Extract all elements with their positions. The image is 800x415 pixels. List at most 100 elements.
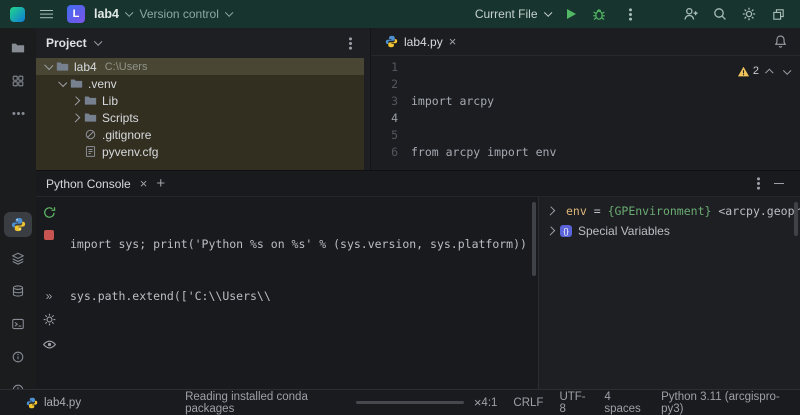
console-tab-label[interactable]: Python Console (46, 177, 131, 191)
tree-item-label: Lib (102, 93, 119, 108)
project-tool-window: Project lab4 C:\Users .venv Lib Scripts … (36, 28, 370, 170)
vcs-widget[interactable]: Version control (139, 7, 233, 21)
folder-icon (11, 43, 25, 52)
project-name: lab4 (94, 7, 120, 21)
vcs-label: Version control (139, 7, 219, 21)
tree-item-label: .gitignore (102, 127, 152, 142)
scroll-to-end-icon[interactable]: » (46, 290, 53, 302)
rerun-icon[interactable] (42, 205, 57, 220)
debug-button[interactable] (587, 3, 611, 25)
background-task-widget[interactable]: Reading installed conda packages × (185, 391, 481, 415)
tree-item-scripts[interactable]: Scripts (36, 109, 364, 126)
warnings-indicator[interactable]: 2 (737, 63, 759, 80)
main-menu-button[interactable] (34, 3, 58, 25)
sidebar-item-commit[interactable] (4, 68, 32, 93)
progress-label: Reading installed conda packages (185, 390, 308, 415)
cancel-task-icon[interactable]: × (474, 396, 482, 409)
tab-label: lab4.py (404, 34, 443, 49)
bug-icon (593, 9, 605, 20)
restore-window-button[interactable] (766, 3, 790, 25)
info-circle-icon (12, 351, 24, 362)
console-line: sys.path.extend(['C:\\Users\\ (70, 289, 271, 304)
console-tab-bar: Python Console × + (36, 171, 800, 197)
variable-row-env[interactable]: env = {GPEnvironment} <arcpy.geoprocess (539, 201, 800, 221)
tree-item-gitignore[interactable]: .gitignore (36, 126, 364, 143)
sidebar-item-python-console[interactable] (4, 212, 32, 237)
folder-icon (84, 96, 97, 105)
project-options-button[interactable] (340, 41, 360, 45)
chevron-right-icon[interactable] (546, 226, 555, 236)
chevron-right-icon[interactable] (546, 206, 555, 216)
variable-text: env = {GPEnvironment} <arcpy.geoprocess (566, 204, 800, 218)
tree-item-lab4[interactable]: lab4 C:\Users (36, 58, 364, 75)
hide-panel-button[interactable] (774, 182, 784, 185)
console-settings-icon[interactable] (42, 312, 57, 327)
project-widget[interactable]: lab4 (94, 7, 134, 21)
line-number: 1 (391, 60, 398, 74)
run-config-selector[interactable]: Current File (475, 7, 552, 21)
tree-item-pyvenv-cfg[interactable]: pyvenv.cfg (36, 143, 364, 160)
prev-problem-icon[interactable] (765, 69, 774, 77)
status-file-widget[interactable]: lab4.py (26, 397, 81, 409)
variables-scrollbar[interactable] (794, 202, 798, 236)
caret-position-widget[interactable]: 4:1 (481, 397, 497, 409)
panel-title: Project (46, 36, 87, 50)
inspections-widget[interactable]: 2 (737, 63, 791, 80)
ide-window: L lab4 Version control Current File Proj… (0, 0, 800, 415)
project-tree: lab4 C:\Users .venv Lib Scripts .gitigno… (36, 58, 364, 170)
console-options-button[interactable] (757, 182, 760, 185)
status-bar-widgets: 4:1 CRLF UTF-8 4 spaces Python 3.11 (arc… (481, 391, 786, 415)
chevron-down-icon[interactable] (93, 37, 102, 46)
editor-tab-lab4[interactable]: lab4.py × (379, 28, 462, 55)
tree-item-venv[interactable]: .venv (36, 75, 364, 92)
play-icon (566, 9, 576, 19)
line-number: 5 (391, 128, 398, 142)
project-panel-header: Project (36, 28, 370, 58)
run-widget: Current File (475, 3, 642, 25)
chevron-right-icon[interactable] (71, 113, 80, 122)
chevron-down-icon[interactable] (58, 77, 68, 87)
sidebar-item-problems[interactable] (4, 344, 32, 369)
warning-icon (737, 66, 749, 77)
code-with-me-button[interactable] (679, 3, 703, 25)
sidebar-item-database[interactable] (4, 278, 32, 303)
status-file-name: lab4.py (44, 396, 82, 409)
more-run-options-button[interactable] (618, 3, 642, 25)
new-console-button[interactable]: + (156, 176, 165, 191)
indent-widget[interactable]: 4 spaces (604, 391, 645, 415)
special-variables-icon: {} (560, 225, 572, 237)
interpreter-widget[interactable]: Python 3.11 (arcgispro-py3) (661, 391, 786, 415)
line-separator-widget[interactable]: CRLF (513, 397, 543, 409)
console-output[interactable]: import sys; print('Python %s on %s' % (s… (62, 197, 538, 389)
database-icon (12, 284, 24, 297)
sidebar-item-more-tools[interactable] (4, 101, 32, 126)
sidebar-item-python-packages[interactable] (4, 245, 32, 270)
editor[interactable]: 1 2 3 4 5 6 import arcpy from arcpy impo… (371, 56, 800, 170)
editor-area: lab4.py × 1 2 3 4 5 6 import arcpy from … (370, 28, 800, 170)
stop-icon[interactable] (44, 230, 54, 240)
run-button[interactable] (556, 3, 580, 25)
bell-icon (774, 35, 787, 48)
settings-button[interactable] (737, 3, 761, 25)
close-icon[interactable]: × (140, 177, 148, 190)
sidebar-item-terminal[interactable] (4, 311, 32, 336)
encoding-widget[interactable]: UTF-8 (559, 391, 588, 415)
line-number: 6 (391, 145, 398, 159)
tree-item-lib[interactable]: Lib (36, 92, 364, 109)
sidebar-item-project[interactable] (4, 35, 32, 60)
python-console-tool-window: Python Console × + » import sys; print('… (36, 170, 800, 389)
search-everywhere-button[interactable] (708, 3, 732, 25)
notifications-button[interactable] (773, 28, 788, 55)
console-header-actions (757, 182, 790, 185)
layers-icon (11, 252, 25, 265)
console-line: import sys; print('Python %s on %s' % (s… (70, 237, 527, 252)
restore-icon (772, 8, 784, 20)
chevron-right-icon[interactable] (71, 96, 80, 105)
show-variables-eye-icon[interactable] (42, 337, 57, 352)
special-variables-row[interactable]: {} Special Variables (539, 221, 800, 241)
console-scrollbar[interactable] (532, 202, 536, 276)
close-icon[interactable]: × (449, 35, 457, 48)
chevron-down-icon[interactable] (44, 60, 54, 70)
tree-item-label: pyvenv.cfg (102, 144, 159, 159)
title-bar-actions (679, 3, 790, 25)
